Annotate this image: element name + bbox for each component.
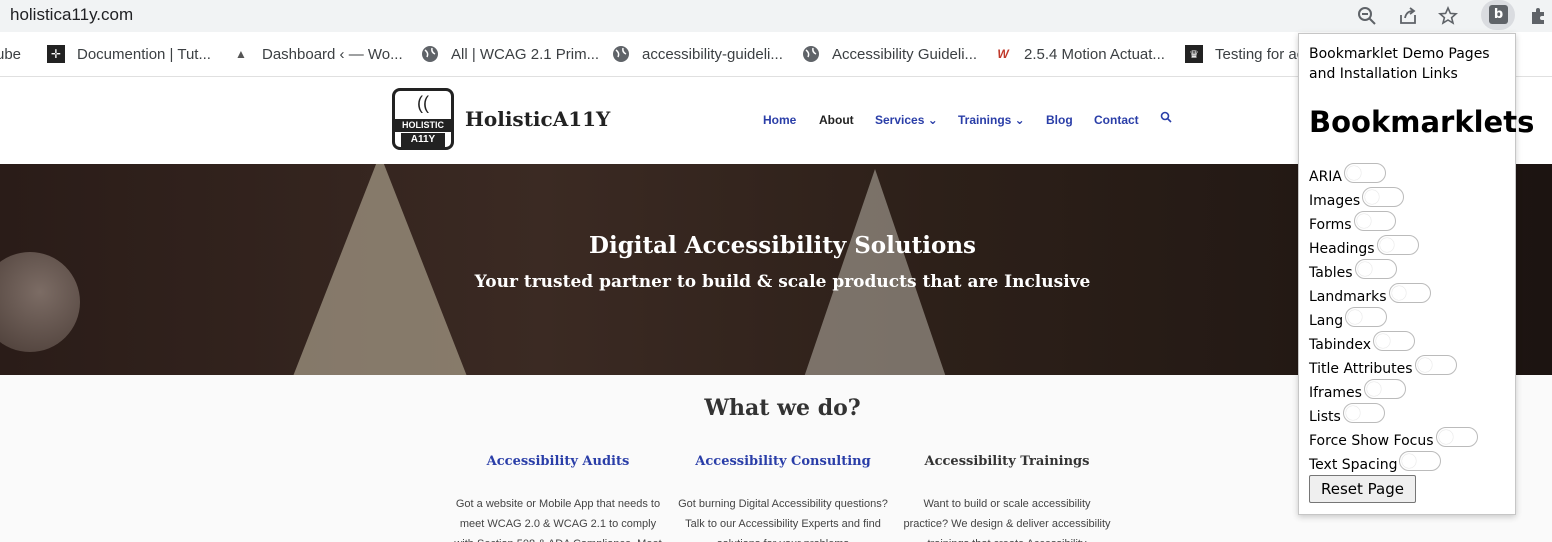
bookmark-label: Testing for ac (1215, 45, 1305, 63)
card-title-trainings: Accessibility Trainings (924, 454, 1090, 469)
toggle-label: Title Attributes (1309, 361, 1413, 377)
hero-sphere-shape (0, 252, 80, 352)
toggle-row-tables: Tables (1309, 259, 1397, 283)
nav-home[interactable]: Home (763, 113, 796, 127)
toggle-label: Tables (1309, 265, 1353, 281)
aria-toggle-switch[interactable] (1344, 163, 1387, 183)
card-text-consulting: Got burning Digital Accessibility questi… (678, 498, 888, 542)
toggle-row-lang: Lang (1309, 307, 1388, 331)
toggle-label: Images (1309, 193, 1361, 209)
bookmark-item[interactable]: ✛ Documention | Tut... (47, 44, 211, 64)
tabindex-toggle-switch[interactable] (1373, 331, 1416, 351)
text-spacing-toggle-switch[interactable] (1399, 451, 1442, 471)
forms-toggle-switch[interactable] (1353, 211, 1396, 231)
toggle-row-headings: Headings (1309, 235, 1419, 259)
card-text-audits: Got a website or Mobile App that needs t… (454, 498, 661, 542)
bookmark-item[interactable]: Accessibility Guideli... (802, 44, 977, 64)
iframes-toggle-switch[interactable] (1363, 379, 1406, 399)
bookmark-item[interactable]: W 2.5.4 Motion Actuat... (994, 44, 1165, 64)
wifi-waves-icon: (( (417, 93, 429, 113)
bookmark-label: accessibility-guideli... (642, 45, 783, 63)
toggle-label: ARIA (1309, 169, 1343, 185)
force-show-focus-toggle-switch[interactable] (1435, 427, 1478, 447)
bookmark-item[interactable]: ube (0, 44, 21, 64)
star-icon[interactable] (1436, 4, 1460, 28)
hero-cone-shape (290, 164, 470, 375)
card-text-trainings: Want to build or scale accessibility pra… (903, 498, 1111, 542)
address-bar: holistica11y.com b (0, 0, 1552, 32)
toggle-row-lists: Lists (1309, 403, 1385, 427)
toggle-label: Lang (1309, 313, 1344, 329)
share-icon[interactable] (1396, 4, 1420, 28)
toggle-row-text-spacing: Text Spacing (1309, 451, 1442, 475)
toggle-row-landmarks: Landmarks (1309, 283, 1431, 307)
w3c-icon: W (997, 47, 1009, 61)
url-field[interactable]: holistica11y.com (10, 5, 133, 25)
images-toggle-switch[interactable] (1362, 187, 1405, 207)
toggle-row-title-attributes: Title Attributes (1309, 355, 1457, 379)
site-logo[interactable]: (( HOLISTIC A11Y (392, 88, 454, 150)
toggle-label: Force Show Focus (1309, 433, 1434, 449)
reset-page-button[interactable]: Reset Page (1309, 475, 1416, 503)
bookmark-item[interactable]: accessibility-guideli... (612, 44, 783, 64)
card-title-audits[interactable]: Accessibility Audits (448, 454, 668, 469)
card-title-consulting[interactable]: Accessibility Consulting (673, 454, 893, 469)
nav-services[interactable]: Services ⌄ (875, 113, 938, 127)
toggle-row-forms: Forms (1309, 211, 1396, 235)
landmarks-toggle-switch[interactable] (1388, 283, 1431, 303)
headings-toggle-switch[interactable] (1376, 235, 1419, 255)
toggle-label: Forms (1309, 217, 1352, 233)
bookmark-label: ube (0, 45, 22, 63)
bookmark-label: All | WCAG 2.1 Prim... (451, 45, 600, 63)
bookmark-item[interactable]: All | WCAG 2.1 Prim... (421, 44, 599, 64)
globe-icon (802, 45, 820, 63)
bookmark-label: Accessibility Guideli... (832, 45, 978, 63)
globe-icon (612, 45, 630, 63)
lang-toggle-switch[interactable] (1345, 307, 1388, 327)
toggle-label: Headings (1309, 241, 1375, 257)
toggle-row-images: Images (1309, 187, 1405, 211)
logo-band-2: A11Y (401, 133, 445, 147)
extensions-puzzle-icon[interactable] (1526, 4, 1550, 28)
brand-name[interactable]: HolisticA11Y (465, 107, 610, 131)
docs-icon: ✛ (47, 45, 65, 63)
toggle-label: Landmarks (1309, 289, 1387, 305)
bookmarklet-popup: Bookmarklet Demo Pages and Installation … (1298, 33, 1534, 515)
zoom-icon[interactable] (1355, 4, 1379, 28)
bookmark-label: 2.5.4 Motion Actuat... (1024, 45, 1165, 63)
toggle-label: Iframes (1309, 385, 1362, 401)
lists-toggle-switch[interactable] (1342, 403, 1385, 423)
nav-trainings[interactable]: Trainings ⌄ (958, 113, 1025, 127)
toggle-row-tabindex: Tabindex (1309, 331, 1416, 355)
nav-contact[interactable]: Contact (1094, 113, 1139, 127)
bookmark-label: Dashboard ‹ — Wo... (262, 45, 403, 63)
crown-icon: ♛ (1185, 45, 1203, 63)
bookmark-item[interactable]: ♛ Testing for ac (1185, 44, 1304, 64)
bookmark-item[interactable]: ▲ Dashboard ‹ — Wo... (232, 44, 403, 64)
nav-blog[interactable]: Blog (1046, 113, 1073, 127)
popup-intro-link[interactable]: Bookmarklet Demo Pages and Installation … (1309, 44, 1509, 84)
toggle-row-aria: ARIA (1309, 163, 1387, 187)
tables-toggle-switch[interactable] (1354, 259, 1397, 279)
toggle-label: Lists (1309, 409, 1341, 425)
logo-band: HOLISTIC (392, 119, 454, 132)
popup-title: Bookmarklets (1309, 105, 1535, 139)
globe-icon (421, 45, 439, 63)
toggle-row-iframes: Iframes (1309, 379, 1406, 403)
title-attributes-toggle-switch[interactable] (1414, 355, 1457, 375)
bookmark-label: Documention | Tut... (77, 45, 211, 63)
toggle-row-force-show-focus: Force Show Focus (1309, 427, 1478, 451)
search-icon[interactable] (1160, 111, 1172, 126)
toggle-label: Tabindex (1309, 337, 1372, 353)
toggle-label: Text Spacing (1309, 457, 1398, 473)
dashboard-icon: ▲ (235, 47, 247, 61)
nav-about[interactable]: About (819, 113, 854, 127)
bookmarklet-extension-icon[interactable]: b (1489, 5, 1508, 24)
